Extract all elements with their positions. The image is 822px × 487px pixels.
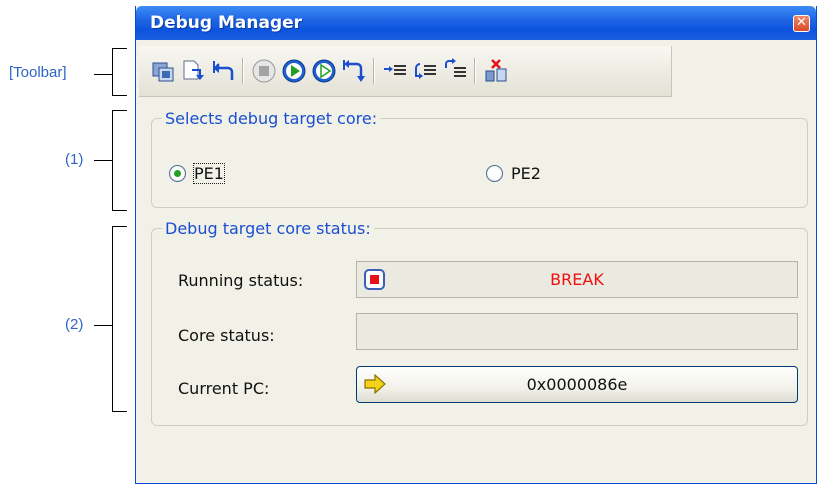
select-core-icon[interactable] [150, 58, 176, 84]
current-pc-button[interactable]: 0x0000086e [356, 366, 798, 403]
disconnect-icon[interactable] [483, 58, 509, 84]
core-status-legend: Debug target core status: [162, 219, 374, 238]
core-status-group: Debug target core status: Running status… [151, 219, 808, 426]
current-pc-value: 0x0000086e [526, 375, 628, 394]
running-status-label: Running status: [178, 271, 304, 290]
running-status-field: BREAK [356, 261, 798, 298]
step-in-icon[interactable] [180, 58, 206, 84]
annotation-area-2: (2) [65, 316, 84, 333]
current-pc-label: Current PC: [178, 379, 270, 398]
radio-pe1-label[interactable]: PE1 [193, 163, 225, 184]
bracket-area-2 [112, 226, 127, 412]
window-title: Debug Manager [150, 13, 303, 33]
restart-icon[interactable] [341, 58, 367, 84]
radio-pe2[interactable] [486, 165, 503, 182]
core-select-group: Selects debug target core: PE1 PE2 [151, 109, 808, 208]
return-icon[interactable] [210, 58, 236, 84]
radio-pe2-label[interactable]: PE2 [511, 164, 541, 183]
synchronize-icon[interactable] [382, 58, 408, 84]
debug-manager-window: Debug Manager ✕ Selects debug target cor… [135, 6, 817, 484]
annotation-area-1-line [94, 160, 112, 161]
toolbar [139, 46, 672, 97]
step-out-icon[interactable] [442, 58, 468, 84]
title-bar[interactable]: Debug Manager ✕ [136, 6, 816, 40]
go-icon[interactable] [281, 58, 307, 84]
close-icon[interactable]: ✕ [793, 15, 810, 32]
annotation-toolbar: [Toolbar] [9, 64, 67, 81]
bracket-area-1 [112, 110, 127, 211]
core-status-field [356, 313, 798, 350]
step-over-icon[interactable] [412, 58, 438, 84]
core-status-label: Core status: [178, 326, 275, 345]
running-status-value: BREAK [550, 270, 604, 289]
stop-icon[interactable] [251, 58, 277, 84]
annotation-area-1: (1) [65, 151, 84, 168]
core-select-legend: Selects debug target core: [162, 109, 381, 128]
run-icon[interactable] [311, 58, 337, 84]
radio-pe1[interactable] [169, 165, 186, 182]
annotation-area-2-line [94, 325, 112, 326]
bracket-toolbar [112, 48, 127, 96]
annotation-toolbar-line [94, 74, 112, 75]
